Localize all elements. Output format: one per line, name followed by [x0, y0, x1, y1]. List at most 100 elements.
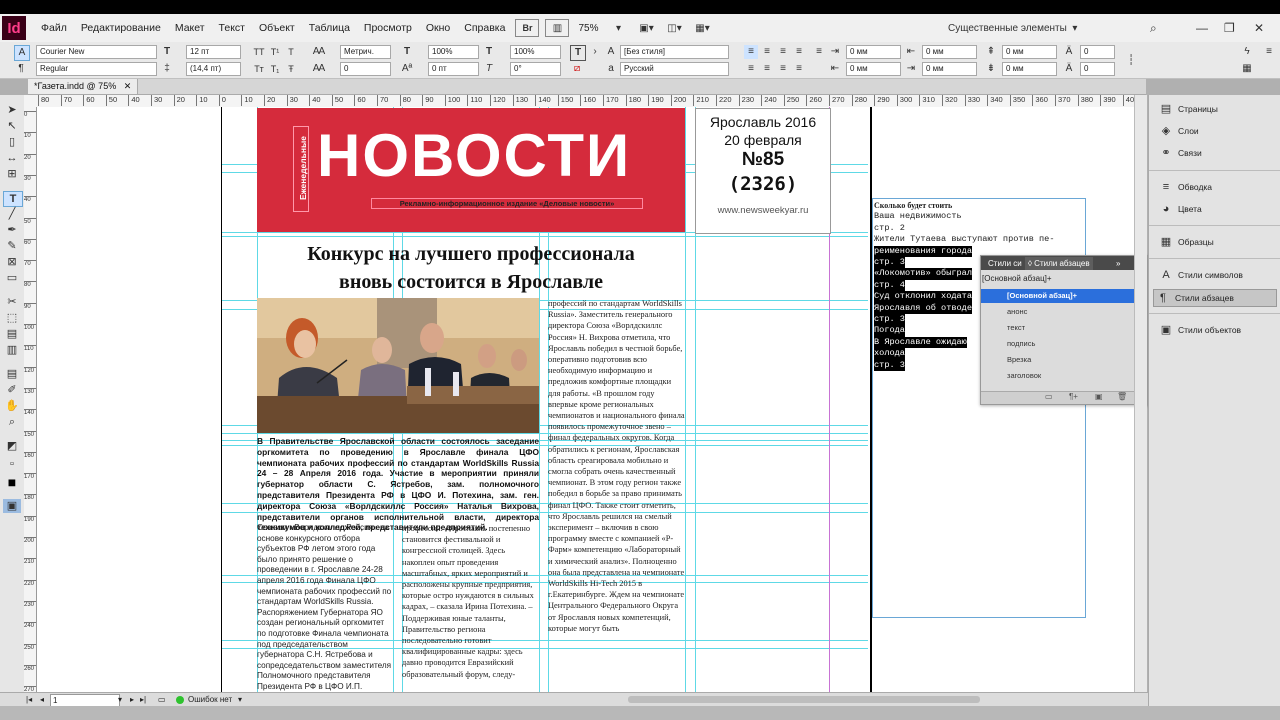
paragraph-style-item[interactable]: анонс: [981, 305, 1135, 319]
selection-tool-icon[interactable]: ➤: [3, 103, 21, 117]
dock-item[interactable]: ◕ Цвета: [1157, 201, 1279, 217]
fill-stroke-icon[interactable]: ◩: [3, 439, 21, 453]
line-tool-icon[interactable]: ╱: [3, 207, 21, 221]
align-right-icon[interactable]: ≡: [776, 45, 790, 59]
superscript-icon[interactable]: T¹: [268, 45, 282, 59]
dock-item[interactable]: ▦ Образцы: [1157, 234, 1279, 250]
horizontal-guide[interactable]: [222, 236, 868, 237]
issue-info-box[interactable]: Ярославль 2016 20 февраля №85 (2326) www…: [695, 108, 831, 234]
last-line-indent-field[interactable]: 0 мм: [922, 62, 977, 76]
horizontal-guide[interactable]: [222, 433, 868, 434]
paragraph-styles-panel[interactable]: Стили си ◊ Стили абзацев » ≡ [Основной а…: [980, 255, 1148, 405]
tab-paragraph-styles[interactable]: ◊ Стили абзацев: [1025, 257, 1093, 270]
tab-character-styles[interactable]: Стили си: [985, 257, 1025, 270]
vertical-guide[interactable]: [685, 107, 686, 692]
maximize-icon[interactable]: ❐: [1224, 21, 1235, 35]
menu-edit[interactable]: Редактирование: [74, 22, 168, 34]
preflight-dropdown-icon[interactable]: ▾: [238, 693, 242, 707]
drop-cap-lines-field[interactable]: 0: [1080, 45, 1115, 59]
horizontal-scale-field[interactable]: 100%: [510, 45, 561, 59]
prev-page-icon[interactable]: ◂: [40, 693, 44, 707]
panel-menu-icon[interactable]: ≡: [1262, 45, 1276, 59]
minibridge-button[interactable]: ▥: [545, 19, 570, 37]
menu-object[interactable]: Объект: [252, 22, 302, 34]
masthead[interactable]: Еженедельные НОВОСТИ Рекламно-информацио…: [257, 108, 685, 232]
skew-field[interactable]: 0°: [510, 62, 561, 76]
paragraph-style-item[interactable]: заголовок: [981, 369, 1135, 383]
zoom-dropdown-icon[interactable]: ▾: [608, 20, 630, 36]
strikethrough-icon[interactable]: Ŧ: [284, 62, 298, 76]
align-center-icon[interactable]: ≡: [760, 45, 774, 59]
eyedropper-tool-icon[interactable]: ✐: [3, 383, 21, 397]
pencil-tool-icon[interactable]: ✎: [3, 239, 21, 253]
menu-type[interactable]: Текст: [212, 22, 252, 34]
scissors-tool-icon[interactable]: ✂: [3, 295, 21, 309]
dock-item[interactable]: ▣ Стили объектов: [1157, 322, 1279, 338]
preflight-label[interactable]: Ошибок нет: [188, 693, 232, 707]
paragraph-controls-icon[interactable]: ¶: [14, 62, 28, 76]
lightning-icon[interactable]: ϟ: [1240, 45, 1254, 59]
align-away-spine-icon[interactable]: ≡: [812, 45, 826, 59]
delete-style-icon[interactable]: 🗑: [1117, 392, 1127, 401]
free-transform-tool-icon[interactable]: ⬚: [3, 311, 21, 325]
new-style-icon[interactable]: ▣: [1095, 392, 1103, 401]
drop-cap-chars-field[interactable]: 0: [1080, 62, 1115, 76]
article-headline[interactable]: Конкурс на лучшего профессионала вновь с…: [257, 240, 685, 296]
dock-item[interactable]: ◈ Слои: [1157, 123, 1279, 139]
font-size-field[interactable]: 12 пт: [186, 45, 241, 59]
dock-item[interactable]: A Стили символов: [1157, 267, 1279, 283]
screen-mode-icon[interactable]: ◫▾: [664, 20, 686, 36]
gradient-feather-tool-icon[interactable]: ▥: [3, 343, 21, 357]
char-style-field[interactable]: [Без стиля]: [620, 45, 729, 59]
gap-tool-icon[interactable]: ↔: [3, 151, 21, 165]
next-page-icon[interactable]: ▸: [130, 693, 134, 707]
justify-right-icon[interactable]: ≡: [776, 62, 790, 76]
right-indent-field[interactable]: 0 мм: [922, 45, 977, 59]
paragraph-style-item[interactable]: [Основной абзац]+: [981, 289, 1135, 303]
first-page-icon[interactable]: |◂: [26, 693, 32, 707]
formatting-container-icon[interactable]: ▫: [3, 457, 21, 471]
menu-view[interactable]: Просмотр: [357, 22, 419, 34]
space-before-field[interactable]: 0 мм: [1002, 45, 1057, 59]
vertical-ruler[interactable]: 0 10 20 30 40 50 60 70 80 90 100 110 120 130 140 150 160…: [24, 107, 37, 693]
menu-help[interactable]: Справка: [457, 22, 512, 34]
last-page-icon[interactable]: ▸|: [140, 693, 146, 707]
page-tool-icon[interactable]: ▯: [3, 135, 21, 149]
view-options-icon[interactable]: ▣▾: [636, 20, 658, 36]
stroke-none-icon[interactable]: ⧄: [570, 62, 584, 76]
paragraph-style-item[interactable]: Врезка: [981, 353, 1135, 367]
minimize-icon[interactable]: —: [1196, 21, 1208, 35]
page-dropdown-icon[interactable]: ▾: [118, 693, 122, 707]
baseline-shift-field[interactable]: 0 пт: [428, 62, 479, 76]
dock-item[interactable]: ≡ Обводка: [1157, 179, 1279, 195]
zoom-tool-icon[interactable]: ⌕: [3, 415, 21, 429]
tracking-field[interactable]: 0: [340, 62, 391, 76]
panel-collapse-icon[interactable]: »: [1113, 257, 1123, 270]
menu-window[interactable]: Окно: [419, 22, 457, 34]
note-tool-icon[interactable]: ▤: [3, 367, 21, 381]
font-style-field[interactable]: Regular: [36, 62, 157, 76]
font-family-field[interactable]: Courier New: [36, 45, 157, 59]
left-indent-field[interactable]: 0 мм: [846, 45, 901, 59]
close-tab-icon[interactable]: ✕: [124, 81, 132, 91]
align-left-icon[interactable]: ≡: [744, 45, 758, 59]
paragraph-style-item[interactable]: подпись: [981, 337, 1135, 351]
menu-table[interactable]: Таблица: [302, 22, 357, 34]
type-tool-icon[interactable]: T: [3, 191, 23, 207]
rectangle-tool-icon[interactable]: ▭: [3, 271, 21, 285]
leading-field[interactable]: (14,4 пт): [186, 62, 241, 76]
small-caps-icon[interactable]: Tт: [252, 62, 266, 76]
language-field[interactable]: Русский: [620, 62, 729, 76]
pen-tool-icon[interactable]: ✒: [3, 223, 21, 237]
content-collector-icon[interactable]: ⊞: [3, 167, 21, 181]
horizontal-scroll-thumb[interactable]: [628, 696, 980, 703]
document-tab[interactable]: *Газета.indd @ 75% ✕: [28, 79, 139, 94]
character-controls-icon[interactable]: A: [14, 45, 30, 61]
clear-overrides-icon[interactable]: ¶+: [1069, 392, 1078, 401]
all-caps-icon[interactable]: TT: [252, 45, 266, 59]
justify-all-icon[interactable]: ≡: [792, 62, 806, 76]
gradient-swatch-tool-icon[interactable]: ▤: [3, 327, 21, 341]
dock-item[interactable]: ▤ Страницы: [1157, 101, 1279, 117]
workspace-switcher[interactable]: Существенные элементы ▾: [948, 14, 1077, 42]
menu-file[interactable]: Файл: [34, 22, 74, 34]
